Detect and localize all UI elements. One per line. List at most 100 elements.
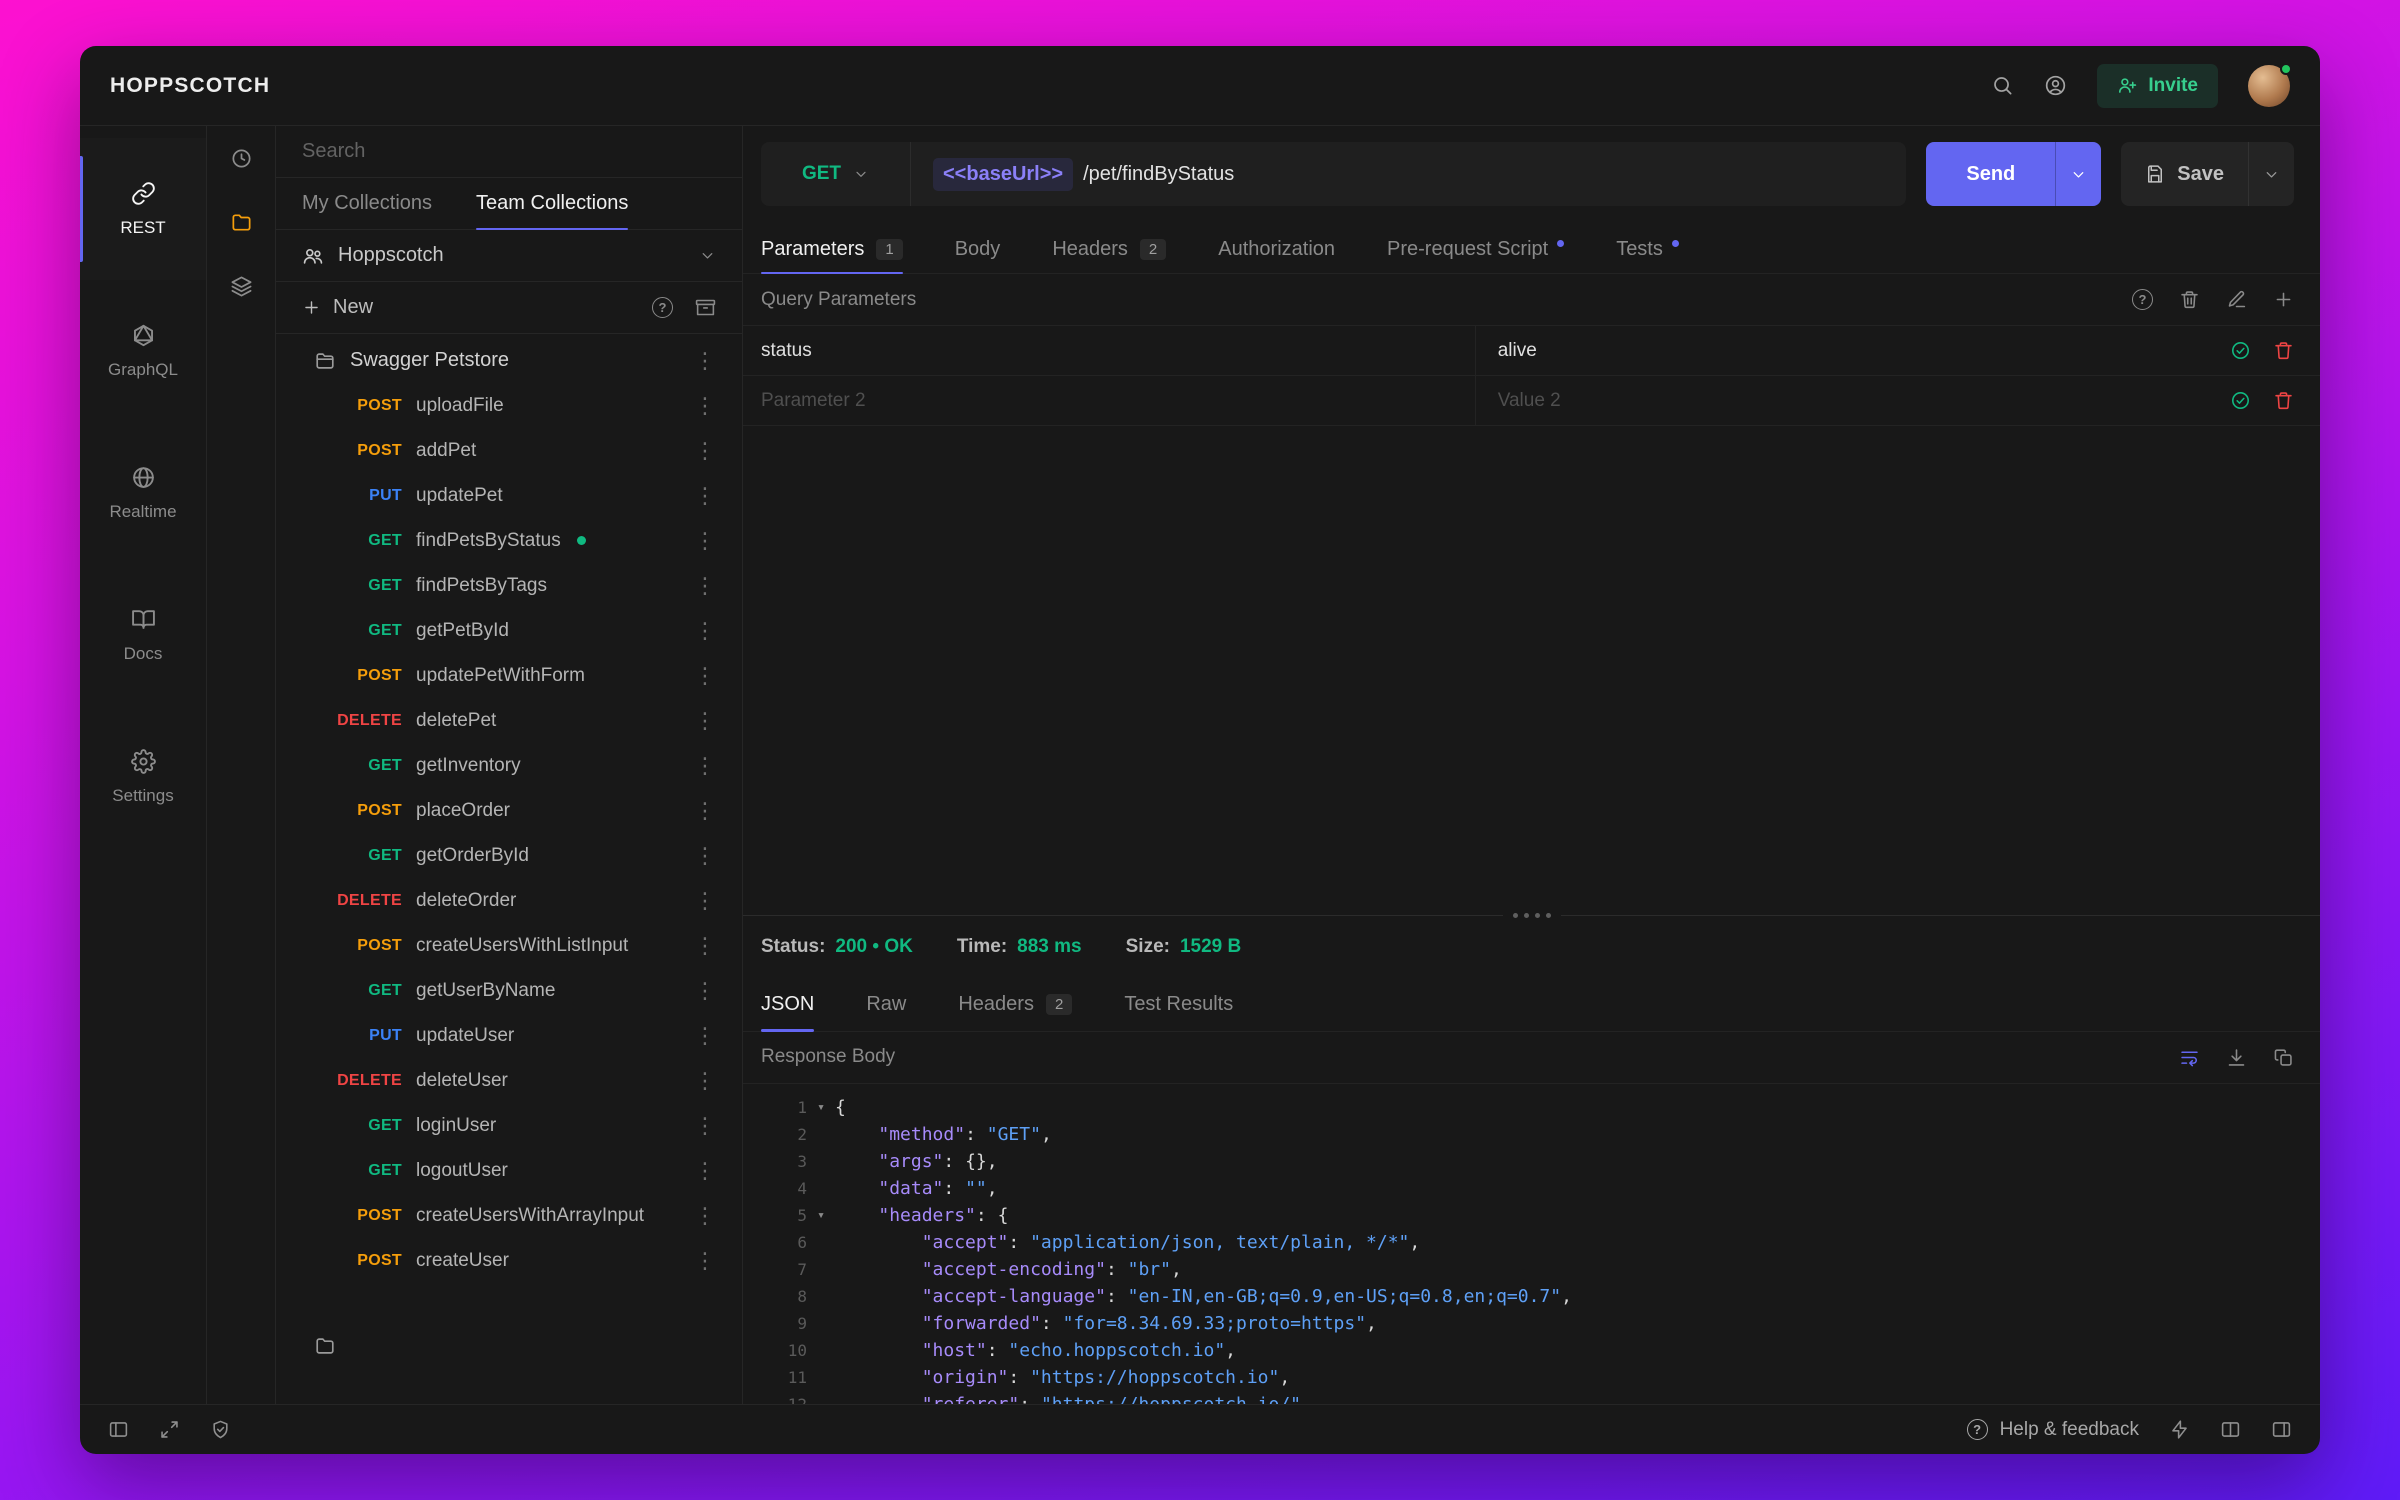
request-list-item[interactable]: GET getOrderById ⋮: [276, 833, 742, 878]
collections-tab[interactable]: My Collections: [302, 178, 432, 229]
collection-folder-partial[interactable]: [276, 1323, 742, 1368]
request-list-item[interactable]: DELETE deletePet ⋮: [276, 698, 742, 743]
request-list-item[interactable]: DELETE deleteOrder ⋮: [276, 878, 742, 923]
kebab-menu-icon[interactable]: ⋮: [690, 349, 720, 372]
splitter-drag-handle[interactable]: [1502, 910, 1561, 920]
request-list-item[interactable]: POST createUser ⋮: [276, 1238, 742, 1283]
kebab-menu-icon[interactable]: ⋮: [690, 709, 720, 732]
send-options-chevron-icon[interactable]: [2055, 142, 2101, 206]
request-list-item[interactable]: GET logoutUser ⋮: [276, 1148, 742, 1193]
kebab-menu-icon[interactable]: ⋮: [690, 1024, 720, 1047]
kebab-menu-icon[interactable]: ⋮: [690, 1204, 720, 1227]
kebab-menu-icon[interactable]: ⋮: [690, 934, 720, 957]
request-list-item[interactable]: POST createUsersWithArrayInput ⋮: [276, 1193, 742, 1238]
url-input[interactable]: <<baseUrl>> /pet/findByStatus: [911, 157, 1256, 191]
collections-search-input[interactable]: [302, 140, 716, 163]
columns-layout-icon[interactable]: [2220, 1419, 2241, 1440]
kebab-menu-icon[interactable]: ⋮: [690, 574, 720, 597]
delete-all-trash-icon[interactable]: [2179, 289, 2200, 310]
kebab-menu-icon[interactable]: ⋮: [690, 844, 720, 867]
kebab-menu-icon[interactable]: ⋮: [690, 754, 720, 777]
request-list-item[interactable]: GET getPetById ⋮: [276, 608, 742, 653]
method-select[interactable]: GET: [761, 142, 911, 206]
request-list-item[interactable]: POST placeOrder ⋮: [276, 788, 742, 833]
fold-toggle-icon[interactable]: ▾: [807, 1094, 835, 1121]
nav-item-graphql[interactable]: GraphQL: [80, 280, 206, 422]
response-tab[interactable]: Headers 2: [958, 978, 1073, 1031]
kebab-menu-icon[interactable]: ⋮: [690, 1159, 720, 1182]
request-list-item[interactable]: POST updatePetWithForm ⋮: [276, 653, 742, 698]
wrap-lines-icon[interactable]: [2179, 1047, 2200, 1068]
trash-icon[interactable]: [2273, 340, 2294, 361]
kebab-menu-icon[interactable]: ⋮: [690, 1114, 720, 1137]
request-tab[interactable]: Headers 2: [1052, 226, 1167, 273]
save-button[interactable]: Save: [2121, 142, 2294, 206]
request-list-item[interactable]: GET loginUser ⋮: [276, 1103, 742, 1148]
kebab-menu-icon[interactable]: ⋮: [690, 1069, 720, 1092]
interceptor-shield-icon[interactable]: [210, 1419, 231, 1440]
request-list-item[interactable]: GET getUserByName ⋮: [276, 968, 742, 1013]
kebab-menu-icon[interactable]: ⋮: [690, 439, 720, 462]
new-collection-label[interactable]: New: [333, 296, 373, 319]
kebab-menu-icon[interactable]: ⋮: [690, 664, 720, 687]
param-key-input[interactable]: status: [743, 326, 1475, 375]
environments-layers-icon[interactable]: [207, 254, 275, 318]
request-list-item[interactable]: GET findPetsByTags ⋮: [276, 563, 742, 608]
request-tab[interactable]: Authorization: [1218, 226, 1335, 273]
kebab-menu-icon[interactable]: ⋮: [690, 889, 720, 912]
save-options-chevron-icon[interactable]: [2248, 142, 2294, 206]
nav-item-realtime[interactable]: Realtime: [80, 422, 206, 564]
download-icon[interactable]: [2226, 1047, 2247, 1068]
fold-toggle-icon[interactable]: ▾: [807, 1202, 835, 1229]
param-key-input[interactable]: Parameter 2: [743, 376, 1475, 425]
account-circle-icon[interactable]: [2044, 74, 2067, 97]
check-circle-icon[interactable]: [2230, 390, 2251, 411]
kebab-menu-icon[interactable]: ⋮: [690, 394, 720, 417]
check-circle-icon[interactable]: [2230, 340, 2251, 361]
param-value-input[interactable]: alive: [1474, 326, 2320, 375]
response-tab[interactable]: Test Results: [1124, 978, 1233, 1031]
param-value-input[interactable]: Value 2: [1474, 376, 2320, 425]
help-feedback-button[interactable]: ? Help & feedback: [1966, 1419, 2139, 1441]
archive-icon[interactable]: [695, 297, 716, 318]
kebab-menu-icon[interactable]: ⋮: [690, 1249, 720, 1272]
kebab-menu-icon[interactable]: ⋮: [690, 619, 720, 642]
history-icon[interactable]: [207, 126, 275, 190]
copy-icon[interactable]: [2273, 1047, 2294, 1068]
request-list-item[interactable]: GET findPetsByStatus ⋮: [276, 518, 742, 563]
kebab-menu-icon[interactable]: ⋮: [690, 799, 720, 822]
request-list-item[interactable]: PUT updatePet ⋮: [276, 473, 742, 518]
request-list-item[interactable]: POST uploadFile ⋮: [276, 383, 742, 428]
kebab-menu-icon[interactable]: ⋮: [690, 529, 720, 552]
request-list-item[interactable]: POST addPet ⋮: [276, 428, 742, 473]
request-list-item[interactable]: PUT updateUser ⋮: [276, 1013, 742, 1058]
response-tab[interactable]: Raw: [866, 978, 906, 1031]
add-param-plus-icon[interactable]: [2273, 289, 2294, 310]
panel-right-toggle-icon[interactable]: [2271, 1419, 2292, 1440]
nav-item-settings[interactable]: Settings: [80, 706, 206, 848]
avatar[interactable]: [2248, 62, 2292, 107]
request-list-item[interactable]: POST createUsersWithListInput ⋮: [276, 923, 742, 968]
nav-item-rest[interactable]: REST: [80, 138, 206, 280]
search-icon[interactable]: [1991, 74, 2014, 97]
shortcuts-zap-icon[interactable]: [2169, 1419, 2190, 1440]
trash-icon[interactable]: [2273, 390, 2294, 411]
kebab-menu-icon[interactable]: ⋮: [690, 484, 720, 507]
expand-icon[interactable]: [159, 1419, 180, 1440]
collections-folder-icon[interactable]: [207, 190, 275, 254]
response-tab[interactable]: JSON: [761, 978, 815, 1032]
panel-left-toggle-icon[interactable]: [108, 1419, 129, 1440]
team-selector[interactable]: Hoppscotch: [276, 230, 742, 282]
bulk-edit-icon[interactable]: [2226, 289, 2247, 310]
request-tab[interactable]: Pre-request Script: [1387, 226, 1565, 273]
plus-icon[interactable]: [302, 298, 321, 317]
request-tab[interactable]: Tests: [1616, 226, 1679, 273]
collections-tab[interactable]: Team Collections: [476, 178, 629, 230]
help-icon[interactable]: ?: [2132, 289, 2153, 310]
kebab-menu-icon[interactable]: ⋮: [690, 979, 720, 1002]
request-tab[interactable]: Parameters 1: [761, 226, 903, 274]
collection-folder[interactable]: Swagger Petstore ⋮: [276, 338, 742, 383]
nav-item-docs[interactable]: Docs: [80, 564, 206, 706]
send-button[interactable]: Send: [1926, 142, 2102, 206]
help-icon[interactable]: ?: [652, 297, 673, 318]
